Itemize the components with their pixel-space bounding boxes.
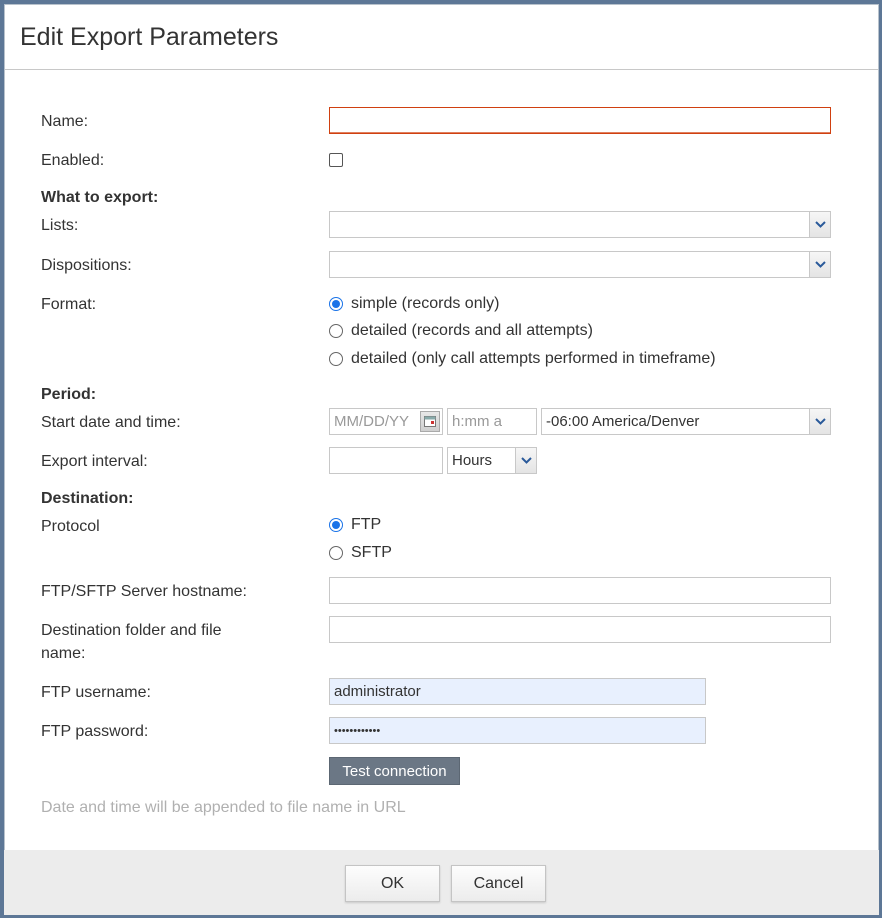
interval-unit-select[interactable]: Hours xyxy=(447,447,537,474)
chevron-down-icon xyxy=(814,261,826,268)
folder-input[interactable] xyxy=(329,616,831,643)
format-label: Format: xyxy=(41,296,97,313)
interval-input[interactable] xyxy=(329,447,443,474)
dialog-header: Edit Export Parameters xyxy=(5,5,878,70)
dialog-title: Edit Export Parameters xyxy=(20,22,279,51)
dispositions-label: Dispositions: xyxy=(41,257,132,274)
lists-dropdown-button[interactable] xyxy=(809,211,831,238)
timezone-select[interactable]: -06:00 America/Denver xyxy=(541,408,831,435)
protocol-label: Protocol xyxy=(41,518,100,535)
protocol-ftp-label: FTP xyxy=(351,516,382,533)
dispositions-dropdown-button[interactable] xyxy=(809,251,831,278)
interval-label: Export interval: xyxy=(41,453,148,470)
protocol-sftp-radio[interactable] xyxy=(329,546,343,560)
enabled-checkbox[interactable] xyxy=(329,153,343,167)
format-simple-label: simple (records only) xyxy=(351,295,500,312)
ok-button[interactable]: OK xyxy=(345,865,440,902)
format-detailed-label: detailed (records and all attempts) xyxy=(351,322,593,339)
calendar-icon[interactable] xyxy=(420,411,440,432)
name-label: Name: xyxy=(41,113,89,130)
timezone-value: -06:00 America/Denver xyxy=(546,413,700,430)
format-detailed-radio[interactable] xyxy=(329,324,343,338)
time-placeholder: h:mm a xyxy=(452,413,503,430)
protocol-sftp-label: SFTP xyxy=(351,544,392,561)
username-input[interactable]: administrator xyxy=(329,678,706,705)
folder-label-line1: Destination folder and file xyxy=(41,622,222,639)
period-heading: Period: xyxy=(41,386,97,403)
dispositions-select[interactable] xyxy=(329,251,831,278)
enabled-label: Enabled: xyxy=(41,152,105,169)
format-timeframe-radio[interactable] xyxy=(329,352,343,366)
destination-heading: Destination: xyxy=(41,490,134,507)
name-input[interactable] xyxy=(329,107,831,134)
filename-hint: Date and time will be appended to file n… xyxy=(41,799,406,816)
date-placeholder: MM/DD/YY xyxy=(334,413,409,430)
username-label: FTP username: xyxy=(41,684,151,701)
chevron-down-icon xyxy=(520,457,532,464)
cancel-button[interactable]: Cancel xyxy=(451,865,546,902)
protocol-ftp-radio[interactable] xyxy=(329,518,343,532)
lists-select[interactable] xyxy=(329,211,831,238)
timezone-dropdown-button[interactable] xyxy=(809,408,831,435)
format-timeframe-label: detailed (only call attempts performed i… xyxy=(351,350,716,367)
start-date-input[interactable]: MM/DD/YY xyxy=(329,408,443,435)
hostname-input[interactable] xyxy=(329,577,831,604)
what-to-export-heading: What to export: xyxy=(41,189,159,206)
folder-label-line2: name: xyxy=(41,645,86,662)
chevron-down-icon xyxy=(814,221,826,228)
calendar-glyph-icon xyxy=(424,416,436,427)
password-input[interactable]: •••••••••••• xyxy=(329,717,706,744)
chevron-down-icon xyxy=(814,418,826,425)
dialog-footer: OK Cancel xyxy=(4,850,879,915)
test-connection-button[interactable]: Test connection xyxy=(329,757,460,785)
lists-label: Lists: xyxy=(41,217,79,234)
format-simple-radio[interactable] xyxy=(329,297,343,311)
start-date-label: Start date and time: xyxy=(41,414,181,431)
hostname-label: FTP/SFTP Server hostname: xyxy=(41,583,247,600)
password-label: FTP password: xyxy=(41,723,149,740)
interval-unit-dropdown-button[interactable] xyxy=(515,447,537,474)
start-time-input[interactable]: h:mm a xyxy=(447,408,537,435)
interval-unit-value: Hours xyxy=(452,452,493,469)
